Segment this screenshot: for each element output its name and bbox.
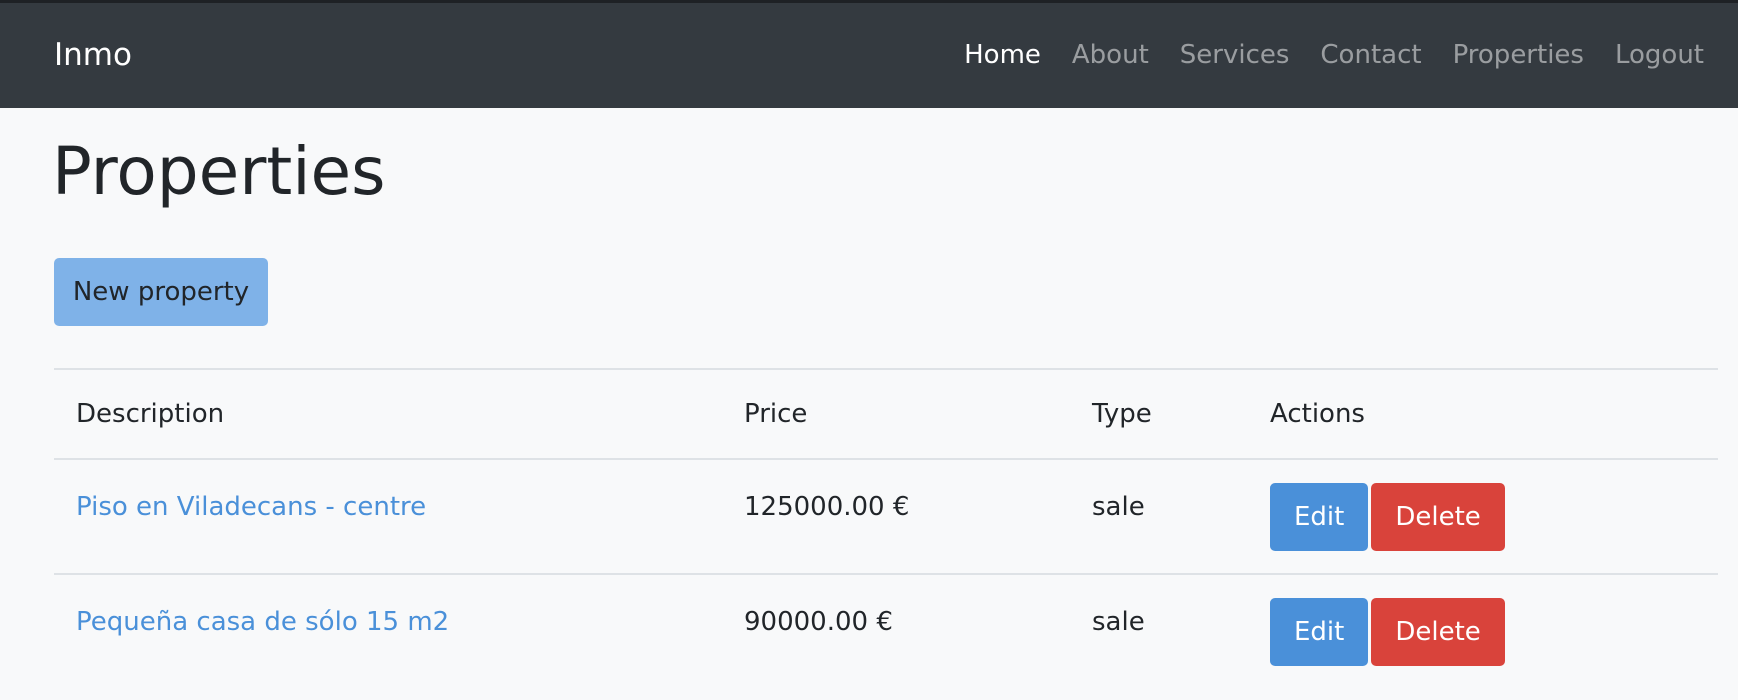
header-actions: Actions	[1248, 368, 1718, 459]
properties-table: Description Price Type Actions Piso en V…	[54, 368, 1718, 688]
property-link[interactable]: Piso en Viladecans - centre	[76, 492, 426, 522]
table-row: Piso en Viladecans - centre 125000.00 € …	[54, 458, 1718, 574]
table-row: Pequeña casa de sólo 15 m2 90000.00 € sa…	[54, 573, 1718, 688]
nav-link-home[interactable]: Home	[964, 33, 1041, 77]
edit-button[interactable]: Edit	[1270, 597, 1369, 666]
cell-price: 90000.00 €	[722, 573, 1070, 688]
cell-actions: Edit Delete	[1248, 573, 1718, 688]
header-price: Price	[722, 368, 1070, 459]
cell-description: Pequeña casa de sólo 15 m2	[54, 573, 722, 688]
nav-link-properties[interactable]: Properties	[1453, 33, 1584, 77]
table-header-row: Description Price Type Actions	[54, 368, 1718, 459]
cell-type: sale	[1070, 458, 1248, 574]
nav-link-logout[interactable]: Logout	[1615, 33, 1704, 77]
new-property-button[interactable]: New property	[54, 258, 268, 326]
cell-description: Piso en Viladecans - centre	[54, 458, 722, 574]
nav-link-contact[interactable]: Contact	[1320, 33, 1421, 77]
property-link[interactable]: Pequeña casa de sólo 15 m2	[76, 607, 449, 637]
navbar: Inmo Home About Services Contact Propert…	[0, 3, 1738, 108]
cell-price: 125000.00 €	[722, 458, 1070, 574]
nav-link-about[interactable]: About	[1072, 33, 1149, 77]
header-type: Type	[1070, 368, 1248, 459]
delete-button[interactable]: Delete	[1371, 482, 1505, 551]
page-title: Properties	[52, 133, 386, 210]
edit-button[interactable]: Edit	[1270, 482, 1369, 551]
nav-links: Home About Services Contact Properties L…	[964, 33, 1704, 77]
delete-button[interactable]: Delete	[1371, 597, 1505, 666]
cell-type: sale	[1070, 573, 1248, 688]
cell-actions: Edit Delete	[1248, 458, 1718, 574]
nav-link-services[interactable]: Services	[1180, 33, 1290, 77]
navbar-brand[interactable]: Inmo	[54, 33, 132, 77]
header-description: Description	[54, 368, 722, 459]
